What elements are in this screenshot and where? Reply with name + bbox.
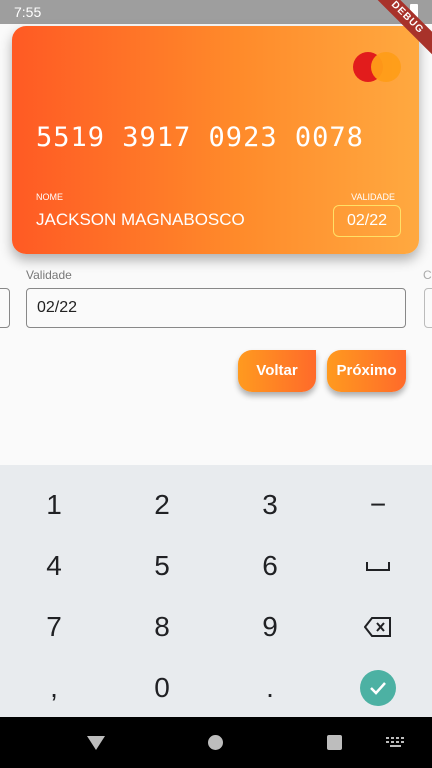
key-4[interactable]: 4 [0,536,108,596]
key-2[interactable]: 2 [108,475,216,535]
check-icon [360,670,396,706]
expiry-field-label: Validade [26,268,72,282]
backspace-icon [364,617,391,637]
key-5[interactable]: 5 [108,536,216,596]
next-button[interactable]: Próximo [327,350,406,392]
back-nav-icon[interactable] [86,735,106,751]
card-holder-name: JACKSON MAGNABOSCO [36,210,245,229]
card-expiry-label: VALIDADE [351,192,395,202]
key-3[interactable]: 3 [216,475,324,535]
status-time: 7:55 [14,4,42,20]
space-key[interactable] [324,536,432,596]
key-1[interactable]: 1 [0,475,108,535]
keyboard-switch-icon[interactable] [386,737,406,749]
card-name-label: NOME [36,192,63,202]
key-9[interactable]: 9 [216,597,324,657]
card-number: 5519 3917 0923 0078 [36,122,364,153]
key-7[interactable]: 7 [0,597,108,657]
status-bar: 7:55 [0,0,432,24]
key-period[interactable]: . [216,658,324,718]
home-nav-icon[interactable] [208,735,223,750]
expiry-field[interactable]: 02/22 [26,288,406,328]
key-0[interactable]: 0 [108,658,216,718]
previous-field-partial[interactable] [0,288,10,328]
back-button[interactable]: Voltar [238,350,316,392]
done-key[interactable] [324,658,432,718]
next-field-partial[interactable] [424,288,432,328]
recents-nav-icon[interactable] [327,735,342,750]
credit-card-preview: 5519 3917 0923 0078 NOME JACKSON MAGNABO… [12,26,419,254]
key-8[interactable]: 8 [108,597,216,657]
key-comma[interactable]: , [0,658,108,718]
backspace-key[interactable] [324,597,432,657]
navigation-bar [0,717,432,768]
card-expiry: 02/22 [333,205,401,237]
numeric-keyboard: 1 2 3 − 4 5 6 7 8 9 , 0 . [0,465,432,717]
next-field-label: C [423,268,432,282]
key-minus[interactable]: − [324,475,432,535]
mastercard-logo-icon [353,52,401,82]
space-icon [366,562,390,571]
key-6[interactable]: 6 [216,536,324,596]
